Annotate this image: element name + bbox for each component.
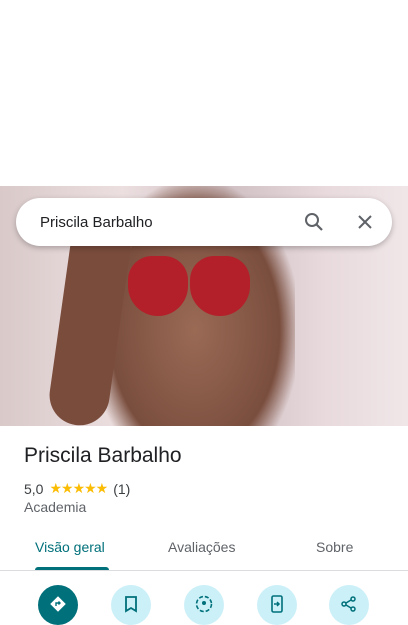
rating-row[interactable]: 5,0 ★★★★★ (1) <box>24 480 130 497</box>
search-input[interactable]: Priscila Barbalho <box>40 214 302 231</box>
tab-about[interactable]: Sobre <box>316 539 353 555</box>
nearby-icon <box>195 595 213 613</box>
send-to-phone-icon <box>271 595 283 613</box>
tab-bar: Visão geral Avaliações Sobre <box>0 530 408 571</box>
rating-value: 5,0 <box>24 480 44 497</box>
star-rating: ★★★★★ <box>49 480 108 496</box>
send-to-phone-button[interactable] <box>257 585 297 625</box>
directions-button[interactable] <box>38 585 78 625</box>
share-icon <box>341 596 356 612</box>
search-icon[interactable] <box>302 210 326 234</box>
place-category[interactable]: Academia <box>24 499 86 515</box>
nearby-button[interactable] <box>184 585 224 625</box>
tab-overview[interactable]: Visão geral <box>35 539 105 555</box>
tab-reviews[interactable]: Avaliações <box>168 539 235 555</box>
directions-icon <box>50 596 66 612</box>
bookmark-icon <box>125 596 137 613</box>
save-button[interactable] <box>111 585 151 625</box>
review-count[interactable]: (1) <box>113 481 130 497</box>
share-button[interactable] <box>329 585 369 625</box>
search-bar[interactable]: Priscila Barbalho <box>16 198 392 246</box>
close-icon[interactable] <box>353 210 377 234</box>
place-title: Priscila Barbalho <box>24 444 182 467</box>
active-tab-indicator <box>35 567 109 570</box>
